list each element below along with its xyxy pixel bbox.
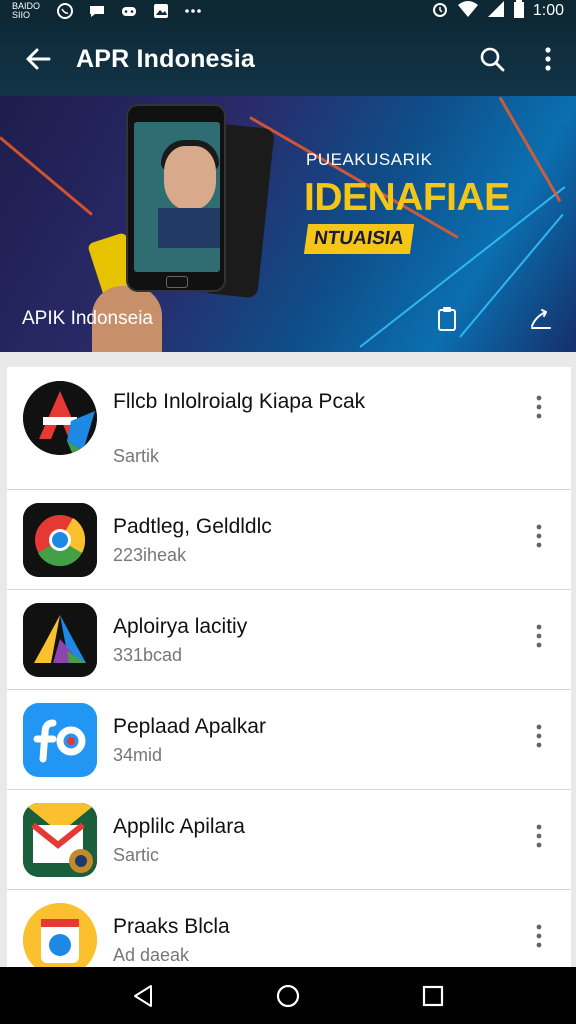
more-vert-icon[interactable]: [519, 387, 559, 427]
search-icon[interactable]: [464, 22, 520, 96]
app-name: Padtleg, Geldldlc: [113, 515, 272, 538]
wifi-icon: [457, 0, 479, 23]
red-a-app-icon: [23, 381, 97, 455]
app-subtitle: 34mid: [113, 745, 163, 765]
nav-back-icon[interactable]: [113, 967, 173, 1024]
app-subtitle: Sartik: [113, 446, 160, 466]
alarm-icon: [431, 0, 449, 23]
signal-icon: [487, 0, 505, 23]
app-name: Fllcb Inlolroialg Kiapa Pcak: [113, 390, 366, 413]
more-vert-icon[interactable]: [519, 916, 559, 956]
more-vert-icon[interactable]: [519, 816, 559, 856]
page-title: APR Indonesia: [76, 44, 256, 73]
list-item[interactable]: Fllcb Inlolroialg Kiapa Pcak Sartik: [7, 367, 571, 490]
more-dots-icon: [184, 2, 202, 20]
app-name: Peplaad Apalkar: [113, 715, 266, 738]
app-subtitle: 331bcad: [113, 645, 183, 665]
triangle-app-icon: [23, 603, 97, 677]
banner-label: APIK Indonseia: [22, 308, 153, 329]
app-name: Aploirya lacitiy: [113, 615, 248, 638]
navigation-bar: [0, 967, 576, 1024]
arrow-left-icon[interactable]: [0, 22, 76, 96]
list-item[interactable]: Padtleg, Geldldlc 223iheak: [7, 490, 571, 590]
nav-home-icon[interactable]: [258, 967, 318, 1024]
hero-banner[interactable]: PUEAKUSARIK IDENAFIAE NTUAISIA APIK Indo…: [0, 96, 576, 352]
battery-icon: [513, 0, 525, 23]
gmail-style-icon: [23, 803, 97, 877]
list-item[interactable]: Applilc Apilara Sartic: [7, 790, 571, 890]
banner-tag: NTUAISIA: [303, 224, 414, 254]
overflow-menu-icon[interactable]: [520, 22, 576, 96]
clock: 1:00: [532, 2, 564, 19]
whatsapp-icon: [56, 2, 74, 20]
more-vert-icon[interactable]: [519, 716, 559, 756]
chrome-style-icon: [23, 503, 97, 577]
app-list: Fllcb Inlolroialg Kiapa Pcak Sartik Padt…: [7, 367, 571, 967]
share-icon[interactable]: [524, 302, 558, 336]
yellow-circle-app-icon: [23, 903, 97, 967]
more-vert-icon[interactable]: [519, 516, 559, 556]
list-item[interactable]: Praaks Blcla Ad daeak: [7, 890, 571, 967]
banner-headline: IDENAFIAE: [304, 176, 510, 219]
app-name: Praaks Blcla: [113, 915, 230, 938]
list-item[interactable]: Aploirya lacitiy 331bcad: [7, 590, 571, 690]
app-subtitle: 223iheak: [113, 545, 187, 565]
banner-heading: PUEAKUSARIK: [306, 150, 433, 169]
status-bar: BAIDO SIIO 1:00: [0, 0, 576, 22]
blue-fo-app-icon: [23, 703, 97, 777]
app-bar: APR Indonesia: [0, 22, 576, 96]
clipboard-icon[interactable]: [430, 302, 464, 336]
carrier-label: BAIDO SIIO: [12, 1, 41, 20]
app-name: Applilc Apilara: [113, 815, 245, 838]
decor-ray: [0, 136, 93, 216]
chat-icon: [88, 2, 106, 20]
more-vert-icon[interactable]: [519, 616, 559, 656]
list-item[interactable]: Peplaad Apalkar 34mid: [7, 690, 571, 790]
gallery-icon: [152, 2, 170, 20]
nav-recents-icon[interactable]: [403, 967, 463, 1024]
game-icon: [120, 2, 138, 20]
app-subtitle: Sartic: [113, 845, 160, 865]
phone-illustration: [126, 104, 226, 292]
app-subtitle: Ad daeak: [113, 945, 190, 965]
